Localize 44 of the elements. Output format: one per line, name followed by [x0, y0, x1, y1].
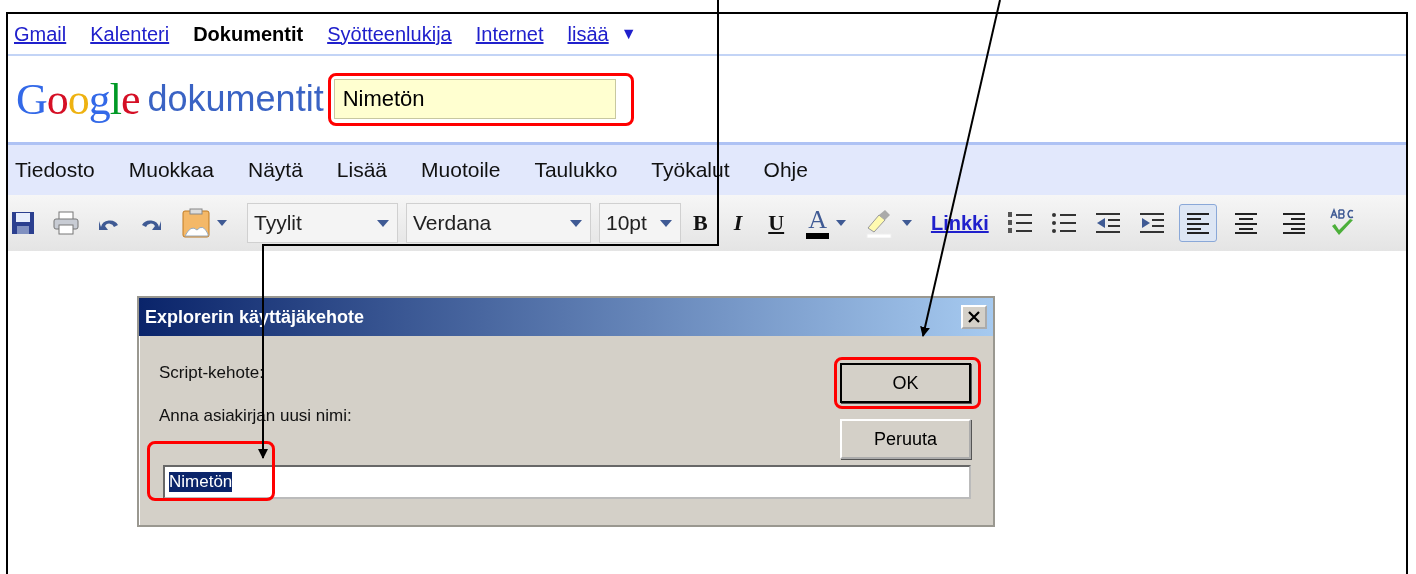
menu-item[interactable]: Näytä: [248, 158, 303, 182]
nav-link[interactable]: Kalenteri: [90, 22, 170, 46]
menu-item[interactable]: Ohje: [763, 158, 808, 182]
font-size-dropdown[interactable]: 10pt: [599, 203, 681, 243]
menu-item[interactable]: Lisää: [336, 158, 388, 182]
close-icon: [968, 311, 980, 323]
logo: Google: [16, 73, 140, 125]
italic-button[interactable]: I: [729, 210, 747, 236]
numbered-list-icon[interactable]: [1006, 211, 1033, 235]
nav-link[interactable]: lisää: [567, 22, 609, 46]
print-icon[interactable]: [53, 211, 79, 235]
title-field[interactable]: Nimetön: [333, 79, 616, 119]
caret-icon[interactable]: [900, 219, 913, 227]
bold-button[interactable]: B: [689, 210, 712, 236]
selected-text: Nimetön: [169, 472, 233, 492]
cancel-button[interactable]: Peruuta: [840, 419, 971, 459]
save-icon[interactable]: [11, 211, 35, 235]
product-name: dokumentit: [147, 78, 324, 120]
align-left-icon: [1185, 212, 1210, 234]
nav-link[interactable]: Syötteenlukija: [327, 22, 452, 46]
ok-button[interactable]: OK: [840, 363, 971, 403]
menu-item[interactable]: Taulukko: [534, 158, 618, 182]
align-right-icon: [1281, 212, 1306, 234]
style-dropdown[interactable]: Tyylit: [247, 203, 398, 243]
nav-link[interactable]: Internet: [475, 22, 544, 46]
menu-item[interactable]: Tiedosto: [15, 158, 95, 182]
current-app-link[interactable]: Dokumentit: [193, 22, 304, 46]
prompt-label: Script-kehote:: [159, 363, 265, 383]
nav-link[interactable]: Gmail: [14, 22, 67, 46]
indent-icon[interactable]: [1138, 211, 1165, 235]
text-color-button[interactable]: A: [806, 207, 829, 239]
align-left-button[interactable]: [1178, 204, 1217, 242]
close-button[interactable]: [961, 305, 987, 329]
bulleted-list-icon[interactable]: [1050, 211, 1077, 235]
menu-item[interactable]: Muokkaa: [128, 158, 214, 182]
font-dropdown[interactable]: Verdana: [406, 203, 591, 243]
name-input-field[interactable]: Nimetön: [163, 465, 971, 499]
clipboard-image-icon[interactable]: [181, 208, 229, 238]
align-center-icon: [1233, 212, 1258, 234]
menu-item[interactable]: Muotoile: [421, 158, 501, 182]
caret-icon[interactable]: ▼: [620, 25, 637, 43]
underline-button[interactable]: U: [764, 210, 789, 236]
outdent-icon[interactable]: [1094, 211, 1121, 235]
caret-icon[interactable]: [834, 219, 847, 227]
